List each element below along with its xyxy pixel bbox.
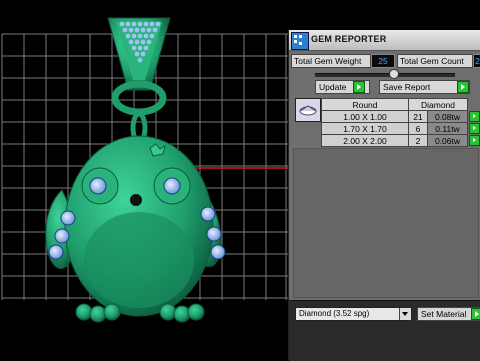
gem-size-cell: 1.00 X 1.00 <box>322 111 409 123</box>
gem-list-area <box>293 148 479 298</box>
row-go-icon[interactable] <box>469 111 480 122</box>
weight-slider-thumb[interactable] <box>389 69 399 79</box>
update-go-icon[interactable] <box>353 81 365 93</box>
gem-reporter-logo-icon <box>291 32 309 50</box>
3d-viewport[interactable] <box>0 0 288 360</box>
gem-count-cell: 2 <box>409 135 428 147</box>
total-gem-weight-value: 25 <box>371 54 395 68</box>
chevron-down-icon[interactable] <box>399 308 411 320</box>
total-gem-count-value: 2 <box>473 54 480 68</box>
material-bar: Diamond (3.52 spg) Set Material <box>289 300 480 361</box>
gem-size-cell: 1.70 X 1.70 <box>322 123 409 135</box>
total-gem-weight-label: Total Gem Weight <box>291 54 371 68</box>
save-report-go-icon[interactable] <box>457 81 469 93</box>
set-material-label: Set Material <box>421 309 466 319</box>
gem-count-cell: 21 <box>409 111 428 123</box>
gem-table-header-row: Round Diamond <box>322 99 480 111</box>
left-eye-gem <box>90 178 106 194</box>
table-row: 1.00 X 1.00 21 0.08tw <box>322 111 480 123</box>
right-eye-gem <box>164 178 180 194</box>
table-row: 2.00 X 2.00 2 0.06tw <box>322 135 480 147</box>
material-select[interactable]: Diamond (3.52 spg) <box>295 307 412 321</box>
material-select-value: Diamond (3.52 spg) <box>299 309 369 318</box>
weight-slider-track[interactable] <box>315 73 455 77</box>
gem-weight-cell: 0.08tw <box>428 111 468 123</box>
panel-titlebar: GEM REPORTER <box>289 30 480 51</box>
table-row: 1.70 X 1.70 6 0.11tw <box>322 123 480 135</box>
set-material-go-icon[interactable] <box>471 308 480 320</box>
round-gem-thumbnail[interactable] <box>295 98 321 122</box>
row-go-icon[interactable] <box>469 123 480 134</box>
viewport-canvas <box>0 0 288 360</box>
pendant-bail <box>108 18 170 90</box>
gem-table: Round Diamond 1.00 X 1.00 21 0.08tw 1.70… <box>321 98 480 147</box>
gem-reporter-panel: GEM REPORTER Total Gem Weight 25 Total G… <box>288 30 480 360</box>
round-gem-icon <box>296 99 320 121</box>
gem-size-cell: 2.00 X 2.00 <box>322 135 409 147</box>
save-report-label: Save Report <box>383 82 430 92</box>
update-label: Update <box>319 82 346 92</box>
panel-title: GEM REPORTER <box>311 34 386 44</box>
gem-weight-cell: 0.06tw <box>428 135 468 147</box>
owl-beak <box>130 194 142 206</box>
total-gem-count-label: Total Gem Count <box>397 54 473 68</box>
diamond-column-header: Diamond <box>409 99 468 111</box>
gem-weight-cell: 0.11tw <box>428 123 468 135</box>
gem-count-cell: 6 <box>409 123 428 135</box>
round-column-header: Round <box>322 99 409 111</box>
row-go-icon[interactable] <box>469 135 480 146</box>
